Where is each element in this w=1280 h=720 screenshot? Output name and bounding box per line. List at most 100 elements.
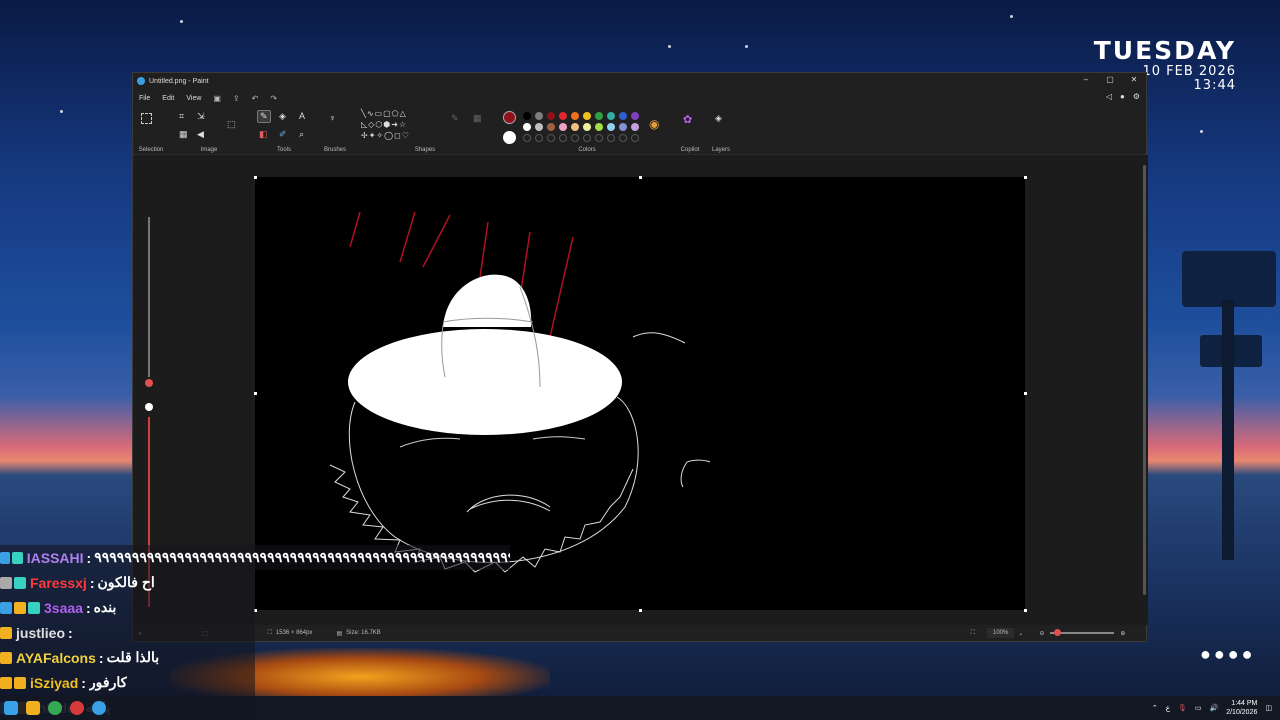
vertical-scrollbar[interactable]: [1143, 165, 1146, 595]
chat-username[interactable]: AYAFalcons: [16, 650, 96, 666]
crop-icon[interactable]: ⌗: [179, 111, 184, 122]
custom-color-slot[interactable]: [547, 134, 555, 142]
layers-icon[interactable]: ◈: [715, 113, 722, 124]
color-swatch[interactable]: [547, 112, 555, 120]
image-select-icon[interactable]: ▦: [179, 129, 188, 140]
undo-icon[interactable]: ↶: [252, 94, 259, 103]
fill-icon[interactable]: ◈: [279, 111, 286, 122]
resize-handle[interactable]: [639, 176, 642, 179]
taskbar-clock[interactable]: 1:44 PM 2/10/2026: [1226, 699, 1257, 717]
file-explorer-icon[interactable]: [26, 701, 40, 715]
chevron-up-icon[interactable]: ⌃: [1152, 704, 1158, 712]
chat-username[interactable]: IASSAHI: [27, 550, 84, 566]
resize-handle[interactable]: [254, 392, 257, 395]
close-button[interactable]: ✕: [1122, 73, 1146, 87]
color-swatch[interactable]: [583, 112, 591, 120]
custom-color-slot[interactable]: [607, 134, 615, 142]
color-swatch[interactable]: [535, 112, 543, 120]
account-icon[interactable]: ●: [1120, 92, 1125, 101]
secondary-color[interactable]: [503, 131, 516, 144]
color-swatch[interactable]: [607, 112, 615, 120]
color-swatch[interactable]: [559, 123, 567, 131]
chat-username[interactable]: iSziyad: [30, 675, 78, 691]
size-slider-track[interactable]: [148, 217, 150, 377]
color-picker-icon[interactable]: ✐: [279, 129, 287, 140]
custom-color-slot[interactable]: [631, 134, 639, 142]
color-swatch[interactable]: [559, 112, 567, 120]
volume-icon[interactable]: 🔊: [1210, 704, 1219, 712]
custom-color-slot[interactable]: [535, 134, 543, 142]
resize-icon[interactable]: ⇲: [197, 111, 205, 122]
color-swatch[interactable]: [523, 112, 531, 120]
chrome-icon[interactable]: [48, 701, 62, 715]
primary-color[interactable]: [503, 111, 516, 124]
custom-color-slot[interactable]: [583, 134, 591, 142]
shapes-row3-icon[interactable]: ✢✦✧◯◻♡: [361, 131, 410, 140]
resize-handle[interactable]: [1024, 609, 1027, 612]
color-swatch[interactable]: [619, 123, 627, 131]
background-removal-icon[interactable]: ⬚: [227, 119, 236, 130]
magnifier-icon[interactable]: ⌕: [299, 129, 304, 140]
zoom-slider[interactable]: [1050, 629, 1115, 636]
chat-username[interactable]: Faressxj: [30, 575, 87, 591]
color-swatch[interactable]: [619, 112, 627, 120]
color-swatch[interactable]: [547, 123, 555, 131]
chat-username[interactable]: 3saaa: [44, 600, 83, 616]
custom-color-slot[interactable]: [571, 134, 579, 142]
edit-colors-icon[interactable]: ◉: [649, 117, 659, 131]
custom-color-slot[interactable]: [619, 134, 627, 142]
eraser-icon[interactable]: ◧: [259, 129, 268, 140]
resize-handle[interactable]: [1024, 176, 1027, 179]
start-icon[interactable]: [4, 701, 18, 715]
fit-icon[interactable]: ⛶: [971, 630, 975, 637]
resize-handle[interactable]: [639, 609, 642, 612]
color-swatch[interactable]: [631, 112, 639, 120]
text-icon[interactable]: A: [299, 111, 305, 121]
selection-tool-icon[interactable]: [141, 113, 152, 124]
color-swatch[interactable]: [607, 123, 615, 131]
shapes-row1-icon[interactable]: ╲∿▭▢⬠△: [361, 109, 407, 118]
color-swatch[interactable]: [583, 123, 591, 131]
color-swatch[interactable]: [571, 112, 579, 120]
microphone-icon[interactable]: 🎙: [1178, 704, 1187, 712]
size-slider-thumb[interactable]: [145, 379, 153, 387]
menu-view[interactable]: View: [186, 95, 201, 102]
rotate-icon[interactable]: ◀: [197, 129, 204, 140]
color-swatch[interactable]: [595, 123, 603, 131]
custom-color-slot[interactable]: [523, 134, 531, 142]
chat-username[interactable]: justlieo: [16, 625, 65, 641]
color-swatch[interactable]: [595, 112, 603, 120]
menu-file[interactable]: File: [139, 95, 150, 102]
menu-edit[interactable]: Edit: [162, 95, 174, 102]
zoom-in-icon[interactable]: ⊕: [1120, 630, 1125, 637]
redo-icon[interactable]: ↷: [270, 94, 277, 103]
color-swatch[interactable]: [631, 123, 639, 131]
brush-icon[interactable]: ♆: [329, 113, 336, 123]
outline-icon[interactable]: ✎: [451, 113, 459, 124]
shape-fill-icon[interactable]: ▦: [473, 113, 482, 124]
color-swatch[interactable]: [523, 123, 531, 131]
share-icon[interactable]: ⇪: [233, 94, 240, 103]
color-swatch[interactable]: [535, 123, 543, 131]
settings-icon[interactable]: ⚙: [1133, 92, 1140, 101]
copilot-icon[interactable]: ✿: [683, 113, 692, 126]
pencil-icon[interactable]: ✎: [257, 110, 271, 123]
paint-taskbar-icon[interactable]: [92, 701, 106, 715]
maximize-button[interactable]: ▢: [1098, 73, 1122, 87]
resize-handle[interactable]: [1024, 392, 1027, 395]
color-swatch[interactable]: [571, 123, 579, 131]
custom-color-slot[interactable]: [595, 134, 603, 142]
feedback-icon[interactable]: ◁: [1106, 92, 1112, 101]
zoom-out-icon[interactable]: ⊖: [1039, 630, 1044, 637]
language-indicator[interactable]: ع: [1166, 704, 1170, 712]
minimize-button[interactable]: –: [1074, 73, 1098, 87]
chevron-down-icon[interactable]: ⌄: [1018, 630, 1023, 637]
custom-color-slot[interactable]: [559, 134, 567, 142]
network-icon[interactable]: ▭: [1195, 704, 1202, 712]
save-icon[interactable]: ▣: [213, 94, 221, 103]
zoom-select[interactable]: 100%: [987, 628, 1015, 638]
resize-handle[interactable]: [254, 176, 257, 179]
browser-icon[interactable]: [70, 701, 84, 715]
notification-icon[interactable]: ◫: [1265, 704, 1272, 712]
shapes-row2-icon[interactable]: ◺◇⬡⬢➜☆: [361, 120, 407, 129]
